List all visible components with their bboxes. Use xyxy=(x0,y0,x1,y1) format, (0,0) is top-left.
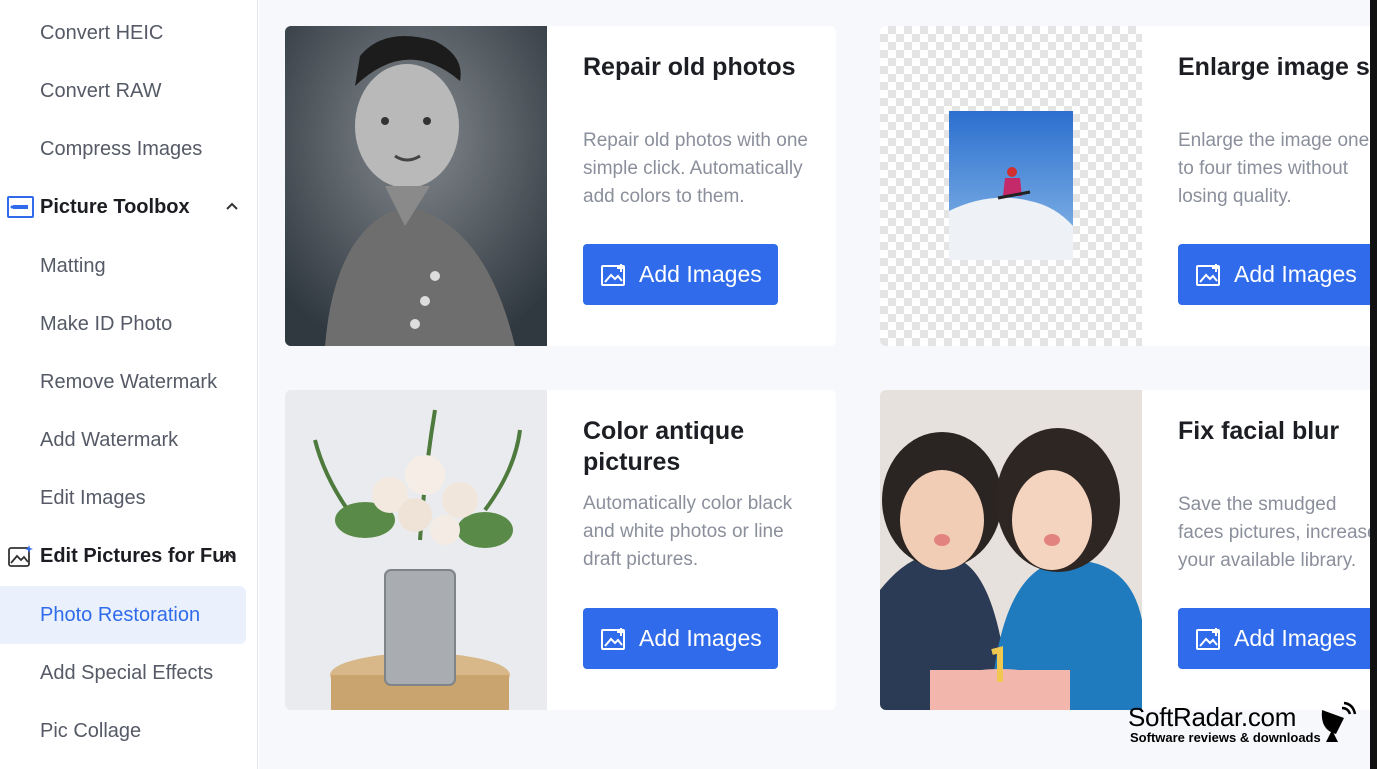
feature-card-repair-old-photos: Repair old photos Repair old photos with… xyxy=(285,26,836,346)
sidebar-item-convert-heic[interactable]: Convert HEIC xyxy=(0,4,246,62)
add-image-icon xyxy=(601,627,627,650)
sidebar-item-label: Matting xyxy=(40,254,106,277)
couple-selfie-photo xyxy=(880,390,1142,710)
old-portrait-photo xyxy=(285,26,547,346)
sidebar-group-label: Picture Toolbox xyxy=(40,195,190,218)
sidebar-item-matting[interactable]: Matting xyxy=(0,237,246,295)
sidebar-item-convert-raw[interactable]: Convert RAW xyxy=(0,62,246,120)
softradar-watermark: SoftRadar.com Software reviews & downloa… xyxy=(1128,700,1368,750)
sidebar-item-remove-watermark[interactable]: Remove Watermark xyxy=(0,353,246,411)
add-image-icon xyxy=(1196,627,1222,650)
add-images-button[interactable]: Add Images xyxy=(1178,244,1373,305)
card-title: Fix facial blur xyxy=(1178,417,1340,445)
magic-image-icon xyxy=(7,544,34,568)
chevron-up-icon xyxy=(220,547,236,563)
feature-card-enlarge-image: Enlarge image size Enlarge the image one… xyxy=(880,26,1377,346)
add-images-button[interactable]: Add Images xyxy=(583,608,778,669)
sidebar-item-label: Photo Restoration xyxy=(40,603,201,626)
sidebar-item-label: Make ID Photo xyxy=(40,312,173,335)
watermark-tagline: Software reviews & downloads xyxy=(1130,730,1321,745)
skier-photo xyxy=(880,26,1142,346)
sidebar-item-compress-images[interactable]: Compress Images xyxy=(0,120,246,178)
sidebar-item-label: Convert HEIC xyxy=(40,21,164,44)
window-edge xyxy=(1370,0,1377,769)
toolbox-icon xyxy=(7,195,34,219)
sidebar-item-label: Convert RAW xyxy=(40,79,162,102)
card-title: Repair old photos xyxy=(583,53,796,81)
sidebar-item-label: Edit Images xyxy=(40,486,146,509)
sidebar-item-pic-collage[interactable]: Pic Collage xyxy=(0,702,246,760)
sidebar-item-add-watermark[interactable]: Add Watermark xyxy=(0,411,246,469)
card-title: Color antique pictures xyxy=(583,417,745,476)
add-image-icon xyxy=(1196,263,1222,286)
feature-card-fix-facial-blur: Fix facial blur Save the smudged faces p… xyxy=(880,390,1377,710)
feature-card-color-antique-pictures: Color antique pictures Automatically col… xyxy=(285,390,836,710)
sidebar-item-add-special-effects[interactable]: Add Special Effects xyxy=(0,644,246,702)
card-description: Save the smudged faces pictures, increas… xyxy=(1178,494,1377,571)
sidebar-group-label: Edit Pictures for Fun xyxy=(40,544,237,567)
add-images-button[interactable]: Add Images xyxy=(1178,608,1373,669)
sidebar-item-label: Remove Watermark xyxy=(40,370,218,393)
satellite-dish-icon xyxy=(1318,700,1358,744)
sidebar: Convert HEIC Convert RAW Compress Images… xyxy=(0,0,258,769)
watermark-brand: SoftRadar.com xyxy=(1128,702,1297,732)
add-images-label: Add Images xyxy=(639,261,762,287)
sidebar-group-picture-toolbox[interactable]: Picture Toolbox xyxy=(0,178,250,236)
sidebar-item-photo-restoration[interactable]: Photo Restoration xyxy=(0,586,246,644)
chevron-up-icon xyxy=(224,198,240,214)
card-description: Repair old photos with one simple click.… xyxy=(583,130,808,207)
card-description: Enlarge the image one to four times with… xyxy=(1178,130,1370,207)
sidebar-item-label: Compress Images xyxy=(40,137,203,160)
sidebar-item-label: Add Watermark xyxy=(40,428,179,451)
add-images-label: Add Images xyxy=(639,625,762,651)
add-images-label: Add Images xyxy=(1234,625,1357,651)
add-image-icon xyxy=(601,263,627,286)
flower-vase-photo xyxy=(285,390,547,710)
card-description: Automatically color black and white phot… xyxy=(583,493,793,570)
add-images-button[interactable]: Add Images xyxy=(583,244,778,305)
sidebar-item-edit-images[interactable]: Edit Images xyxy=(0,469,246,527)
card-title: Enlarge image size xyxy=(1178,53,1377,81)
sidebar-item-label: Add Special Effects xyxy=(40,661,214,684)
main-content: Repair old photos Repair old photos with… xyxy=(259,0,1377,769)
sidebar-item-make-id-photo[interactable]: Make ID Photo xyxy=(0,295,246,353)
sidebar-group-edit-pictures-for-fun[interactable]: Edit Pictures for Fun xyxy=(0,527,250,585)
add-images-label: Add Images xyxy=(1234,261,1357,287)
sidebar-item-label: Pic Collage xyxy=(40,719,142,742)
